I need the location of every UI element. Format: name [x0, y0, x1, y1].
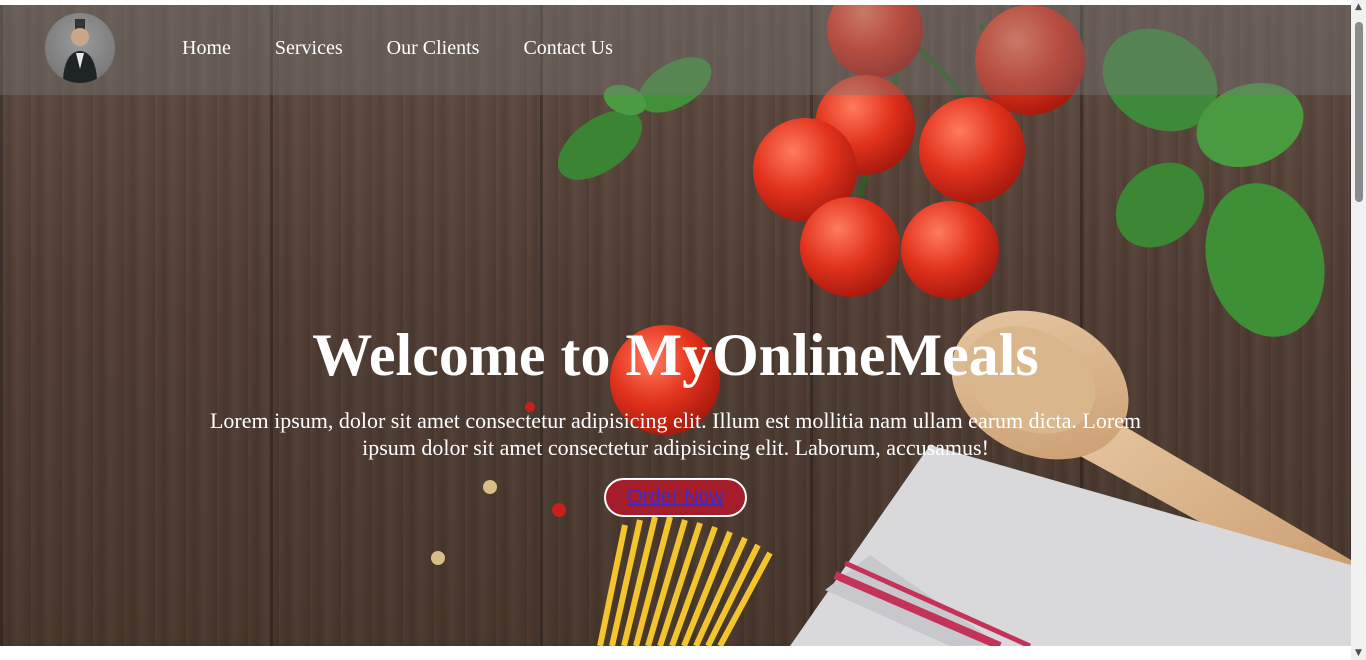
hero-content: Welcome to MyOnlineMeals Lorem ipsum, do…: [0, 320, 1351, 517]
profile-avatar[interactable]: [45, 13, 115, 83]
nav-link-our-clients[interactable]: Our Clients: [387, 37, 480, 60]
order-now-button[interactable]: Order Now: [604, 478, 747, 517]
scrollbar-thumb[interactable]: [1355, 22, 1363, 202]
nav-link-home[interactable]: Home: [182, 37, 231, 60]
scroll-down-arrow-icon[interactable]: ▼: [1351, 646, 1366, 660]
nav-link-contact-us[interactable]: Contact Us: [523, 37, 612, 60]
vertical-scrollbar[interactable]: ▲ ▼: [1351, 0, 1366, 660]
nav-menu: Home Services Our Clients Contact Us: [182, 37, 657, 60]
hero-tagline: Lorem ipsum, dolor sit amet consectetur …: [209, 408, 1142, 460]
hero-section: Home Services Our Clients Contact Us Wel…: [0, 5, 1351, 646]
nav-link-services[interactable]: Services: [275, 37, 343, 60]
top-navigation-bar: Home Services Our Clients Contact Us: [0, 5, 1351, 95]
scroll-up-arrow-icon[interactable]: ▲: [1351, 0, 1366, 14]
person-icon: [63, 19, 97, 83]
hero-headline: Welcome to MyOnlineMeals: [312, 322, 1039, 388]
